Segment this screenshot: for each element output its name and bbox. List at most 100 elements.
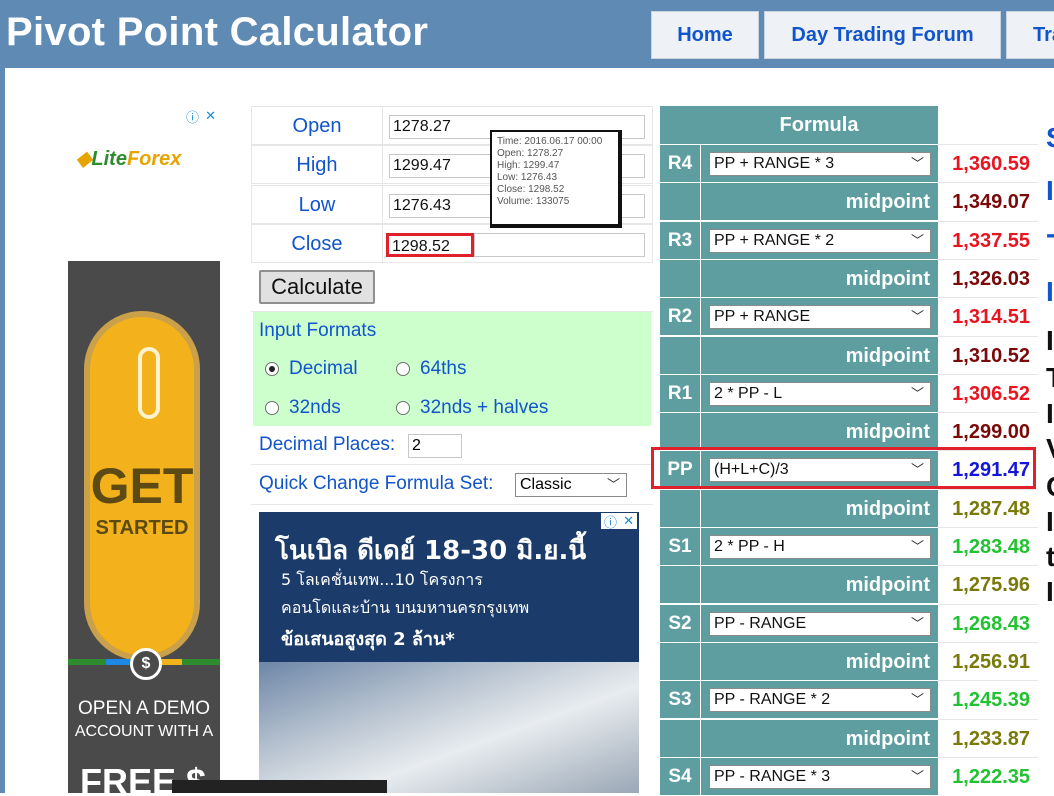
- decimal-places-label: Decimal Places:: [259, 434, 396, 455]
- radio-dot[interactable]: [265, 362, 279, 376]
- pivot-level-label: [660, 488, 700, 527]
- pivot-formula-cell: PP - RANGE * 2 ﹀: [700, 680, 938, 719]
- radio-32nds[interactable]: 32nds: [265, 397, 341, 419]
- city-image: [259, 662, 639, 793]
- pivot-row-midpoint: midpoint 1,326.03: [660, 258, 1038, 297]
- realestate-ad[interactable]: โนเบิล ดีเดย์ 18-30 มิ.ย.นี้ 5 โลเคชั่นเ…: [259, 512, 639, 793]
- formula-select[interactable]: PP + RANGE * 2 ﹀: [709, 228, 931, 253]
- chevron-down-icon: ﹀: [910, 539, 924, 554]
- tooltip-volume: Volume: 133075: [497, 196, 570, 207]
- input-formats-title: Input Formats: [259, 320, 377, 341]
- pivot-value: 1,245.39: [938, 680, 1038, 718]
- close-input[interactable]: 1298.52: [386, 233, 474, 257]
- pivot-row-s4: S4 PP - RANGE * 3 ﹀ 1,222.35: [660, 756, 1038, 795]
- mouse-wheel: [138, 347, 160, 419]
- radio-32nds-halves-label: 32nds + halves: [420, 397, 549, 418]
- formula-select[interactable]: PP + RANGE * 3 ﹀: [709, 152, 931, 176]
- midpoint-label: midpoint: [845, 421, 930, 444]
- pivot-level-label: [660, 718, 700, 757]
- formula-select[interactable]: 2 * PP - H ﹀: [709, 535, 931, 559]
- radio-dot[interactable]: [396, 401, 410, 415]
- radio-decimal[interactable]: Decimal: [265, 358, 358, 380]
- right-cut-glyph: C: [1046, 471, 1054, 503]
- nav-day-trading-forum[interactable]: Day Trading Forum: [764, 11, 1001, 59]
- tooltip-close: Close: 1298.52: [497, 184, 565, 195]
- midpoint-label: midpoint: [845, 344, 930, 367]
- formula-select-value: PP - RANGE: [714, 614, 807, 632]
- ad-logo-lite: Lite: [91, 148, 127, 170]
- pivot-formula-cell: midpoint: [700, 641, 938, 680]
- calculate-button[interactable]: Calculate: [259, 270, 375, 304]
- midpoint-value: 1,233.87: [938, 718, 1038, 757]
- pivot-value: 1,268.43: [938, 603, 1038, 642]
- midpoint-value: 1,310.52: [938, 335, 1038, 374]
- tooltip-time: Time: 2016.06.17 00:00: [497, 136, 603, 147]
- midpoint-label: midpoint: [845, 191, 930, 214]
- pivot-row-midpoint: midpoint 1,275.96: [660, 565, 1038, 604]
- liteforex-ad[interactable]: ◆LiteForex GET STARTED $ OPEN A DEMO ACC…: [68, 106, 220, 793]
- ad-get: GET: [90, 458, 194, 514]
- site-title: Pivot Point Calculator: [6, 10, 429, 54]
- pivot-row-midpoint: midpoint 1,299.00: [660, 412, 1038, 451]
- midpoint-value: 1,287.48: [938, 488, 1038, 527]
- nav-home[interactable]: Home: [651, 11, 759, 59]
- pivot-row-midpoint: midpoint 1,233.87: [660, 718, 1038, 757]
- ad-logo-forex: Forex: [126, 148, 182, 170]
- divider: [251, 464, 653, 465]
- pivot-formula-cell: midpoint: [700, 182, 938, 221]
- info-icon[interactable]: ⓘ: [186, 107, 199, 126]
- ad-mid-line2: 5 โลเคชั่นเทพ...10 โครงการ: [281, 570, 483, 589]
- pivot-formula-cell: midpoint: [700, 412, 938, 451]
- pivot-formula-cell: midpoint: [700, 488, 938, 527]
- pivot-formula-cell: 2 * PP - L ﹀: [700, 373, 938, 412]
- label-high: High: [252, 146, 383, 183]
- nav-tra[interactable]: Tra: [1006, 11, 1054, 59]
- site-header: Pivot Point Calculator Home Day Trading …: [0, 0, 1054, 68]
- right-cut-glyph: I: [1046, 576, 1054, 607]
- pivot-level-label: [660, 182, 700, 221]
- formula-select[interactable]: PP + RANGE ﹀: [709, 305, 931, 330]
- ad-started: STARTED: [95, 517, 189, 539]
- formula-set-select[interactable]: Classic ﹀: [515, 473, 627, 497]
- pivot-formula-cell: PP + RANGE * 3 ﹀: [700, 144, 938, 182]
- info-icon[interactable]: ⓘ: [604, 512, 617, 531]
- mouse-graphic: GET STARTED: [84, 311, 200, 661]
- close-icon[interactable]: ✕: [205, 108, 216, 124]
- adchoices-button[interactable]: ⓘ ✕: [183, 107, 219, 126]
- formula-select-value: 2 * PP - H: [714, 538, 785, 555]
- pivot-formula-cell: midpoint: [700, 565, 938, 604]
- label-close: Close: [252, 225, 383, 262]
- pivot-row-s3: S3 PP - RANGE * 2 ﹀ 1,245.39: [660, 680, 1038, 719]
- pivot-level-label: R1: [660, 373, 700, 412]
- radio-32nds-halves[interactable]: 32nds + halves: [396, 397, 548, 419]
- radio-dot[interactable]: [396, 362, 410, 376]
- ad-mid-line4: ข้อเสนอสูงสุด 2 ล้าน*: [281, 629, 455, 650]
- right-cut-glyph: I: [1046, 276, 1054, 307]
- pivot-formula-cell: PP + RANGE * 2 ﹀: [700, 220, 938, 259]
- formula-select[interactable]: PP - RANGE ﹀: [709, 611, 931, 636]
- pivot-row-midpoint: midpoint 1,256.91: [660, 641, 1038, 680]
- radio-64ths[interactable]: 64ths: [396, 358, 466, 380]
- pivot-level-label: [660, 335, 700, 374]
- formula-select[interactable]: PP - RANGE * 3 ﹀: [709, 764, 931, 789]
- pivot-level-label: S1: [660, 527, 700, 565]
- close-icon[interactable]: ✕: [623, 513, 634, 529]
- formula-select[interactable]: PP - RANGE * 2 ﹀: [709, 688, 931, 713]
- pivot-value: 1,283.48: [938, 527, 1038, 565]
- pivot-formula-cell: PP + RANGE ﹀: [700, 297, 938, 336]
- formula-select[interactable]: 2 * PP - L ﹀: [709, 381, 931, 406]
- adchoices-button-mid[interactable]: ⓘ ✕: [601, 512, 637, 531]
- label-low: Low: [252, 186, 383, 223]
- midpoint-value: 1,299.00: [938, 412, 1038, 450]
- pivot-value: 1,314.51: [938, 297, 1038, 335]
- pivot-value: 1,360.59: [938, 144, 1038, 182]
- decimal-places-input[interactable]: 2: [408, 434, 462, 458]
- label-open: Open: [252, 107, 383, 144]
- right-cut-glyph: I: [1046, 325, 1054, 356]
- pivot-row-s1: S1 2 * PP - H ﹀ 1,283.48: [660, 527, 1038, 565]
- pivot-row-r2: R2 PP + RANGE ﹀ 1,314.51: [660, 297, 1038, 336]
- tooltip-open: Open: 1278.27: [497, 148, 564, 159]
- chevron-down-icon: ﹀: [910, 768, 924, 784]
- radio-dot[interactable]: [265, 401, 279, 415]
- chevron-down-icon: ﹀: [910, 309, 924, 325]
